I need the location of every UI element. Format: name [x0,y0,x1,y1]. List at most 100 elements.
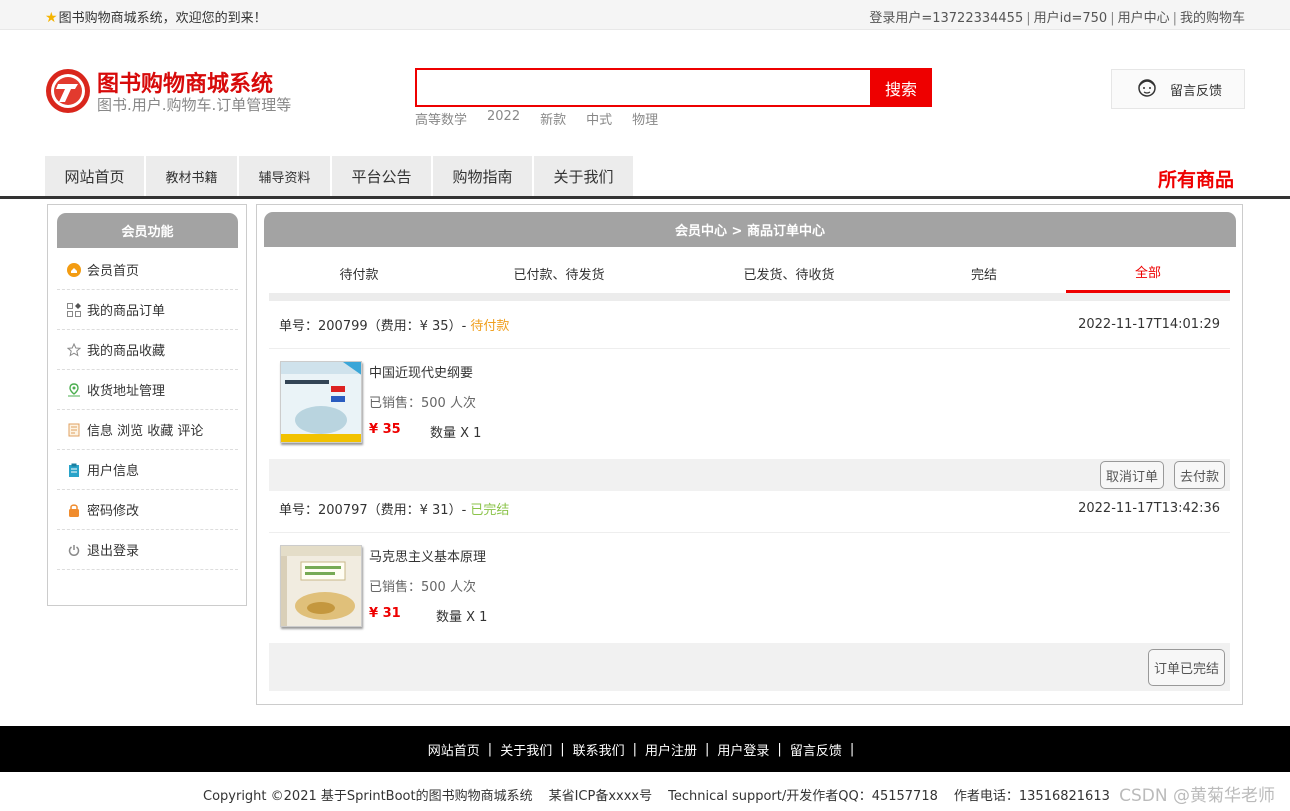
footer-link-about[interactable]: 关于我们 [500,740,552,759]
sidebar-item-label: 用户信息 [87,464,140,479]
order-status-tabs: 待付款 已付款、待发货 已发货、待收货 完结 全部 [264,253,1236,293]
hotword-link[interactable]: 物理 [632,109,658,128]
star-icon [67,342,81,357]
sidebar-item-logout[interactable]: 退出登录 [57,530,238,570]
footer-separator: | [777,741,782,757]
location-icon [67,382,81,397]
order-time: 2022-11-17T13:42:36 [1078,501,1220,516]
order-item: 中国近现代史纲要 已销售：500 人次 ¥ 35 数量 X 1 [269,349,1230,459]
nav-item-study-guides[interactable]: 辅导资料 [239,156,332,196]
cart-link[interactable]: 我的购物车 [1180,11,1245,26]
feedback-button[interactable]: 留言反馈 [1111,69,1245,109]
product-price: ¥ 35 [369,422,401,437]
order-summary: 单号：200797（费用：¥ 31）- 已完结 [279,499,509,518]
sidebar-item-label: 退出登录 [87,544,140,559]
sidebar-item-label: 会员首页 [87,264,140,279]
phone-text: 作者电话：13516821613 [953,789,1110,804]
sidebar-item-label: 信息 浏览 收藏 评论 [87,424,204,439]
hotword-link[interactable]: 2022 [487,109,520,128]
order-card: 单号：200799（费用：¥ 35）- 待付款 2022-11-17T14:01… [269,301,1230,491]
nav-item-home[interactable]: 网站首页 [45,156,146,196]
nav-item-about[interactable]: 关于我们 [534,156,635,196]
sidebar-item-addresses[interactable]: 收货地址管理 [57,370,238,410]
document-icon [67,423,81,437]
order-header: 单号：200797（费用：¥ 31）- 已完结 2022-11-17T13:42… [269,485,1230,533]
support-text: Technical support/开发作者QQ：45157718 [668,789,938,804]
clipboard-icon [67,463,81,477]
main-nav: 网站首页 教材书籍 辅导资料 平台公告 购物指南 关于我们 [45,156,635,196]
lock-icon [67,503,81,517]
nav-item-textbooks[interactable]: 教材书籍 [146,156,239,196]
login-user-text: 登录用户=13722334455 [869,11,1024,26]
all-goods-link[interactable]: 所有商品 [1158,165,1234,192]
copyright-text: Copyright ©2021 基于SprintBoot的图书购物商城系统 [203,789,533,804]
sidebar-item-user-info[interactable]: 用户信息 [57,450,238,490]
nav-item-shopping-guide[interactable]: 购物指南 [433,156,534,196]
product-quantity: 数量 X 1 [430,426,482,441]
sidebar-item-label: 我的商品收藏 [87,344,166,359]
separator: | [1110,11,1115,26]
hot-keywords: 高等数学 2022 新款 中式 物理 [415,109,658,128]
copyright-info: Copyright ©2021 基于SprintBoot的图书购物商城系统 某省I… [203,785,1126,804]
sidebar-title: 会员功能 [57,213,238,248]
product-quantity: 数量 X 1 [436,610,488,625]
footer-link-login[interactable]: 用户登录 [717,740,769,759]
product-sold-count: 已销售：500 人次 [369,580,476,595]
user-links: 登录用户=13722334455 | 用户id=750 | 用户中心 | 我的购物车 [869,7,1245,26]
search-button[interactable]: 搜索 [870,68,932,107]
order-number: 单号：200799（费用：¥ 35）- [279,319,467,334]
support-agent-icon [1134,74,1160,104]
hotword-link[interactable]: 中式 [586,109,612,128]
order-status: 待付款 [470,319,510,334]
tabs-divider [269,293,1230,301]
sidebar-item-info-browse[interactable]: 信息 浏览 收藏 评论 [57,410,238,450]
hotword-link[interactable]: 高等数学 [415,109,467,128]
footer-link-register[interactable]: 用户注册 [645,740,697,759]
order-time: 2022-11-17T14:01:29 [1078,317,1220,332]
product-name[interactable]: 马克思主义基本原理 [369,546,486,565]
site-logo[interactable] [44,67,92,115]
user-center-link[interactable]: 用户中心 [1118,11,1170,26]
footer-link-home[interactable]: 网站首页 [428,740,480,759]
order-actions: 订单已完结 [269,643,1230,691]
tab-all[interactable]: 全部 [1066,253,1230,293]
site-subtitle: 图书.用户.购物车.订单管理等 [97,96,292,114]
order-center-panel: 会员中心 > 商品订单中心 待付款 已付款、待发货 已发货、待收货 完结 全部 … [256,204,1243,705]
product-name[interactable]: 中国近现代史纲要 [369,362,473,381]
product-sold-count: 已销售：500 人次 [369,396,476,411]
sidebar-item-member-home[interactable]: 会员首页 [57,250,238,290]
tab-paid-awaiting-shipment[interactable]: 已付款、待发货 [459,253,659,293]
feedback-label: 留言反馈 [1170,83,1223,99]
order-number: 单号：200797（费用：¥ 31）- [279,503,467,518]
icp-text: 某省ICP备xxxx号 [548,789,653,804]
search-input[interactable] [417,70,870,105]
sidebar-item-my-orders[interactable]: 我的商品订单 [57,290,238,330]
power-icon [67,543,81,557]
tab-completed[interactable]: 完结 [924,253,1044,293]
order-card: 单号：200797（费用：¥ 31）- 已完结 2022-11-17T13:42… [269,485,1230,691]
home-icon [67,262,81,277]
separator: | [1172,11,1177,26]
hotword-link[interactable]: 新款 [540,109,566,128]
welcome-text: 图书购物商城系统，欢迎您的到来！ [58,11,267,26]
member-sidebar: 会员功能 会员首页 我的商品订单 我的商品收藏 收货地址管理 信息 浏览 收藏 … [47,204,247,606]
order-header: 单号：200799（费用：¥ 35）- 待付款 2022-11-17T14:01… [269,301,1230,349]
book-cover-image[interactable] [280,361,362,443]
footer-separator: | [560,741,565,757]
user-id-text: 用户id=750 [1033,11,1108,26]
book-cover-image[interactable] [280,545,362,627]
nav-divider [0,196,1290,199]
footer-link-feedback[interactable]: 留言反馈 [790,740,842,759]
footer-separator: | [849,741,855,757]
footer-nav: 网站首页 | 关于我们 | 联系我们 | 用户注册 | 用户登录 | 留言反馈 | [0,726,1290,772]
footer-link-contact[interactable]: 联系我们 [573,740,625,759]
sidebar-item-label: 我的商品订单 [87,304,166,319]
nav-item-announcements[interactable]: 平台公告 [332,156,433,196]
tab-pending-payment[interactable]: 待付款 [269,253,449,293]
tab-shipped-awaiting-receipt[interactable]: 已发货、待收货 [689,253,889,293]
sidebar-item-favorites[interactable]: 我的商品收藏 [57,330,238,370]
order-completed-button[interactable]: 订单已完结 [1147,648,1225,686]
footer-separator: | [632,741,637,757]
welcome-message: ★图书购物商城系统，欢迎您的到来！ [45,7,267,26]
sidebar-item-change-password[interactable]: 密码修改 [57,490,238,530]
